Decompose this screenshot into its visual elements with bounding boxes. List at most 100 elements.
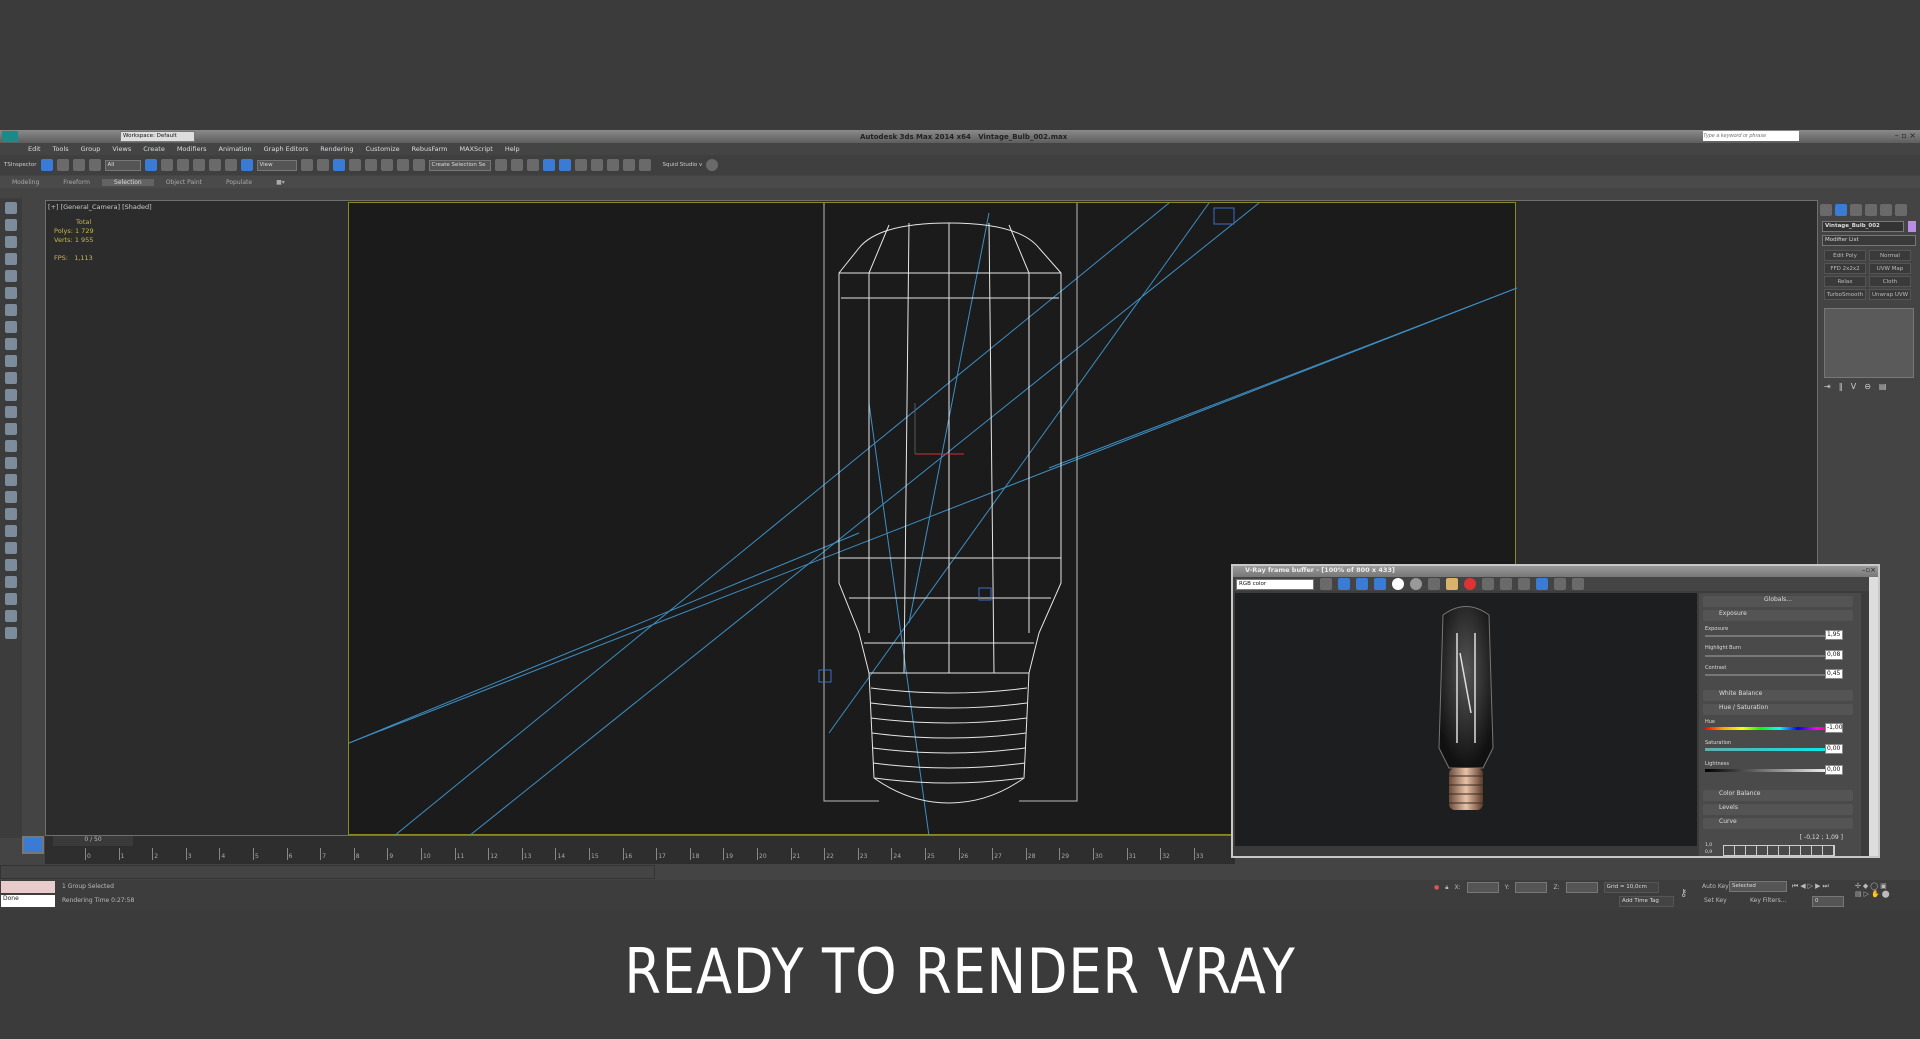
sun-icon[interactable] (5, 423, 17, 435)
menu-group[interactable]: Group (75, 143, 107, 155)
sphere-icon[interactable] (5, 355, 17, 367)
helper-icon[interactable] (5, 287, 17, 299)
menu-rendering[interactable]: Rendering (314, 143, 359, 155)
grid-icon[interactable] (5, 593, 17, 605)
render-last-icon[interactable] (1518, 578, 1530, 590)
remove-modifier-icon[interactable]: ⊖ (1864, 382, 1871, 391)
torus-icon[interactable] (5, 389, 17, 401)
ribbon-options-icon[interactable]: ■▾ (264, 179, 297, 186)
menu-edit[interactable]: Edit (22, 143, 47, 155)
vfb-bottom-toolbar[interactable] (1235, 846, 1697, 856)
y-coordinate-field[interactable] (1515, 882, 1548, 893)
number-icon[interactable] (5, 610, 17, 622)
contrast-slider[interactable] (1705, 674, 1835, 676)
inspector-icon[interactable] (40, 159, 53, 171)
history-icon[interactable] (1554, 578, 1566, 590)
playback-controls[interactable]: ⏮◀▷▶⏭ (1792, 882, 1831, 891)
snap-3d-icon[interactable] (348, 159, 361, 171)
select-by-name-icon[interactable] (160, 159, 173, 171)
object-color-swatch[interactable] (1908, 221, 1916, 232)
load-image-icon[interactable] (1446, 578, 1458, 590)
vfb-window-controls[interactable]: –▫× (1862, 566, 1876, 574)
white-balance-section[interactable]: White Balance (1719, 690, 1762, 697)
tsinspector-label[interactable]: TSInspector (4, 162, 37, 168)
highlight-burn-value[interactable]: 0,08 (1825, 650, 1843, 660)
workspace-dropdown[interactable]: Workspace: Default (120, 131, 195, 142)
disk-icon[interactable] (5, 576, 17, 588)
modifier-unwrap-uvw[interactable]: Unwrap UVW (1869, 289, 1911, 300)
menu-customize[interactable]: Customize (359, 143, 405, 155)
render-icon[interactable] (5, 219, 17, 231)
app-logo-icon[interactable] (2, 131, 18, 142)
settings-icon[interactable] (5, 627, 17, 639)
modifier-ffd[interactable]: FFD 2x2x2 (1824, 263, 1866, 274)
channel-dropdown[interactable]: RGB color (1236, 578, 1314, 590)
hue-value[interactable]: -1,00 (1825, 723, 1843, 733)
edit-named-sets-icon[interactable] (412, 159, 425, 171)
material-editor-icon[interactable] (590, 159, 603, 171)
levels-section[interactable]: Levels (1719, 804, 1738, 811)
exposure-value[interactable]: 1,95 (1825, 630, 1843, 640)
hue-slider[interactable] (1705, 727, 1835, 730)
plug-icon[interactable] (5, 559, 17, 571)
schematic-view-icon[interactable] (574, 159, 587, 171)
track-mouse-icon[interactable] (1500, 578, 1512, 590)
mini-listener-icon[interactable] (22, 836, 44, 854)
time-slider-handle[interactable]: 0 / 50 (53, 836, 133, 846)
modifier-uvw-map[interactable]: UVW Map (1869, 263, 1911, 274)
exposure-slider[interactable] (1705, 635, 1835, 637)
color-balance-section[interactable]: Color Balance (1719, 790, 1761, 797)
track-bar[interactable] (0, 865, 655, 879)
percent-snap-icon[interactable] (380, 159, 393, 171)
green-channel-icon[interactable] (1356, 578, 1368, 590)
spacewarp-icon[interactable] (5, 304, 17, 316)
x-coordinate-field[interactable] (1466, 882, 1499, 893)
viewport-navigation-controls[interactable]: ✢◆◯▣ ▤▷✋⬤ (1855, 882, 1892, 898)
light-icon[interactable] (5, 270, 17, 282)
teapot-icon[interactable] (5, 202, 17, 214)
scale-icon[interactable] (240, 159, 253, 171)
lightness-slider[interactable] (1705, 769, 1835, 772)
show-end-result-icon[interactable]: ‖ (1839, 382, 1843, 391)
saturation-value[interactable]: 0,00 (1825, 744, 1843, 754)
modifier-list-dropdown[interactable]: Modifier List (1822, 235, 1916, 246)
bind-spacewarp-icon[interactable] (88, 159, 101, 171)
tab-freeform[interactable]: Freeform (51, 179, 102, 186)
render-teapot-icon[interactable] (638, 159, 651, 171)
maxscript-listener-input[interactable] (1, 881, 55, 893)
menu-maxscript[interactable]: MAXScript (453, 143, 498, 155)
highlight-burn-slider[interactable] (1705, 655, 1835, 657)
align-icon[interactable] (510, 159, 523, 171)
curve-editor-icon[interactable] (558, 159, 571, 171)
window-crossing-icon[interactable] (192, 159, 205, 171)
duplicate-icon[interactable] (1482, 578, 1494, 590)
object-name-field[interactable]: Vintage_Bulb_002 (1822, 221, 1904, 232)
time-slider[interactable]: 0 / 50 0 1 2 3 4 5 6 7 8 9 10 11 12 13 14 15 16 17 18 19 20 2… (45, 836, 1235, 864)
selection-filter-dropdown[interactable]: All (104, 159, 141, 171)
squid-logo-icon[interactable] (706, 159, 719, 171)
curve-editor[interactable] (1723, 845, 1835, 856)
alpha-icon[interactable] (1392, 578, 1404, 590)
select-object-icon[interactable] (144, 159, 157, 171)
lightness-value[interactable]: 0,00 (1825, 765, 1843, 775)
mirror-icon[interactable] (494, 159, 507, 171)
rect-selection-icon[interactable] (176, 159, 189, 171)
contrast-value[interactable]: 0,45 (1825, 669, 1843, 679)
modify-tab-icon[interactable] (1835, 204, 1847, 216)
spinner-snap-icon[interactable] (396, 159, 409, 171)
globe-icon[interactable] (5, 508, 17, 520)
mono-icon[interactable] (1410, 578, 1422, 590)
add-time-tag[interactable]: Add Time Tag (1619, 896, 1674, 907)
manipulate-icon[interactable] (316, 159, 329, 171)
menu-graph-editors[interactable]: Graph Editors (258, 143, 315, 155)
layer-manager-icon[interactable] (526, 159, 539, 171)
hierarchy-tab-icon[interactable] (1850, 204, 1862, 216)
box-icon[interactable] (5, 338, 17, 350)
cylinder-icon[interactable] (5, 372, 17, 384)
modifier-normal[interactable]: Normal (1869, 250, 1911, 261)
region-render-icon[interactable] (1536, 578, 1548, 590)
search-input[interactable] (1703, 131, 1799, 141)
tab-modeling[interactable]: Modeling (0, 179, 51, 186)
bulb-icon[interactable] (5, 440, 17, 452)
menu-tools[interactable]: Tools (47, 143, 75, 155)
